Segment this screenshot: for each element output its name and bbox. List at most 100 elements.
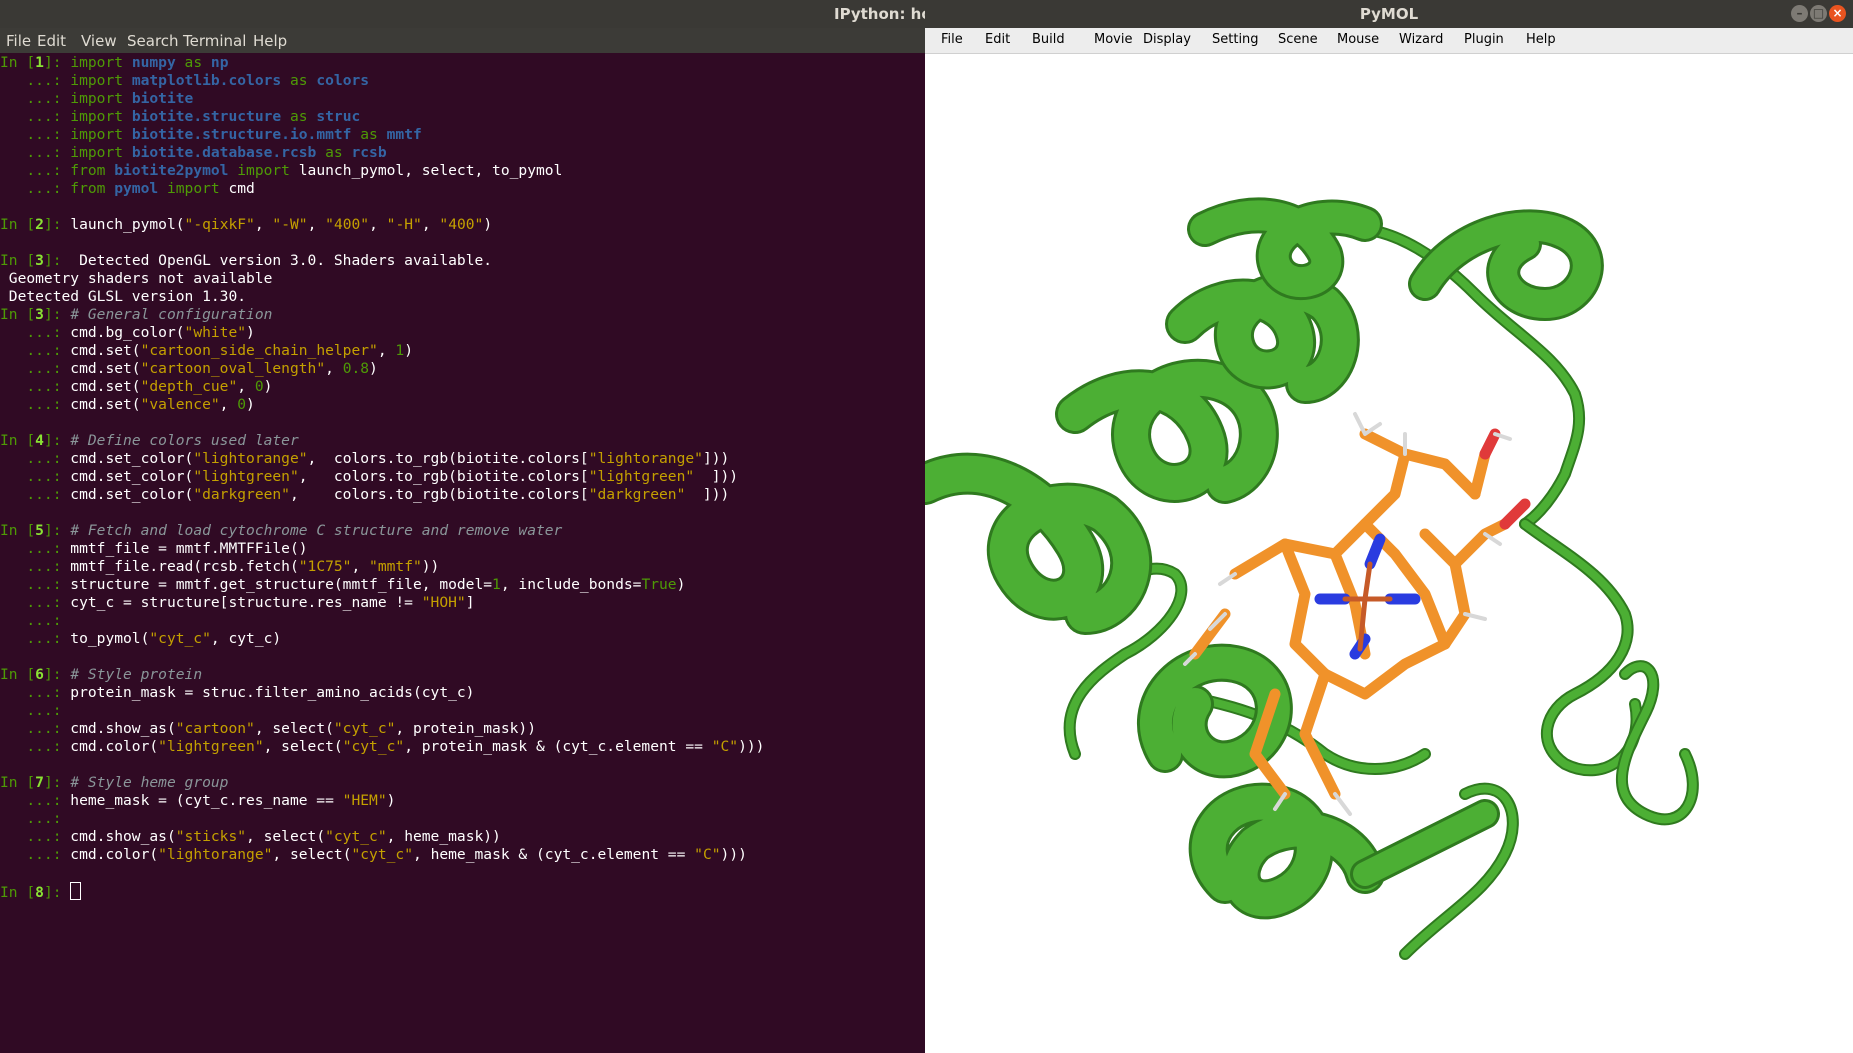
pymol-menu-display[interactable]: Display xyxy=(1143,32,1191,47)
console-line: ...: heme_mask = (cyt_c.res_name == "HEM… xyxy=(0,792,925,810)
code-token: 1 xyxy=(395,342,405,359)
terminal-menu-terminal[interactable]: Terminal xyxy=(183,32,246,50)
prompt-close: ]: xyxy=(43,432,71,449)
code-token: launch_pymol, select, to_pymol xyxy=(298,162,563,179)
pymol-window[interactable]: PyMOL – □ × File Edit Build Movie Displa… xyxy=(925,0,1853,1053)
console-line: In [7]: # Style heme group xyxy=(0,774,925,792)
code-token: cmd.show_as( xyxy=(70,828,176,845)
code-token: biotite2pymol xyxy=(114,162,229,179)
console-line: ...: import biotite.structure as struc xyxy=(0,108,925,126)
pymol-menu-scene[interactable]: Scene xyxy=(1278,32,1318,47)
pymol-menu-movie[interactable]: Movie xyxy=(1094,32,1132,47)
code-token: "lightgreen" xyxy=(158,738,264,755)
code-token: "white" xyxy=(184,324,247,341)
code-token: numpy xyxy=(131,54,176,71)
code-token: , colors.to_rgb(biotite.colors[ xyxy=(289,486,589,503)
terminal-menu-view[interactable]: View xyxy=(81,32,117,50)
prompt-close: ]: xyxy=(43,666,71,683)
code-token: as xyxy=(281,108,317,125)
code-token: 0 xyxy=(237,396,247,413)
maximize-icon[interactable]: □ xyxy=(1810,5,1827,22)
ipython-console[interactable]: In [1]: import numpy as np ...: import m… xyxy=(0,54,925,1053)
prompt-number: 5 xyxy=(35,522,44,539)
code-token: , heme_mask)) xyxy=(386,828,501,845)
console-line: ...: xyxy=(0,702,925,720)
pymol-menu-file[interactable]: File xyxy=(941,32,963,47)
code-token: "cartoon_side_chain_helper" xyxy=(140,342,378,359)
pymol-menu-mouse[interactable]: Mouse xyxy=(1337,32,1379,47)
terminal-menu-file[interactable]: File xyxy=(6,32,31,50)
continuation-prompt: ...: xyxy=(0,450,71,467)
code-token: 0 xyxy=(254,378,264,395)
console-line: ...: cyt_c = structure[structure.res_nam… xyxy=(0,594,925,612)
pymol-menu-help[interactable]: Help xyxy=(1526,32,1556,47)
continuation-prompt: ...: xyxy=(0,324,71,341)
console-line: ...: import biotite.structure.io.mmtf as… xyxy=(0,126,925,144)
code-token: import xyxy=(70,54,132,71)
code-token: cmd.set_color( xyxy=(70,486,194,503)
prompt-number: 3 xyxy=(35,252,44,269)
continuation-prompt: ...: xyxy=(0,558,71,575)
continuation-prompt: ...: xyxy=(0,396,71,413)
text-cursor[interactable] xyxy=(70,882,82,900)
code-token: launch_pymol( xyxy=(70,216,185,233)
pymol-menu-build[interactable]: Build xyxy=(1032,32,1065,47)
terminal-menu-edit[interactable]: Edit xyxy=(37,32,66,50)
code-token: "depth_cue" xyxy=(140,378,238,395)
code-token: , select( xyxy=(254,720,334,737)
code-token: import xyxy=(70,126,132,143)
prompt-number: 2 xyxy=(35,216,44,233)
code-token: "sticks" xyxy=(175,828,247,845)
protein-cartoon xyxy=(925,197,1699,960)
prompt-in: In [ xyxy=(0,54,36,71)
continuation-prompt: ...: xyxy=(0,684,71,701)
pymol-title: PyMOL xyxy=(1359,5,1419,23)
console-line: ...: import matplotlib.colors as colors xyxy=(0,72,925,90)
code-token: import xyxy=(228,162,299,179)
code-token: from xyxy=(70,162,115,179)
code-token: ) xyxy=(246,324,255,341)
console-line: ...: xyxy=(0,810,925,828)
pymol-menu-wizard[interactable]: Wizard xyxy=(1399,32,1443,47)
continuation-prompt: ...: xyxy=(0,360,71,377)
code-token: , colors.to_rgb(biotite.colors[ xyxy=(298,468,589,485)
molecule-viewport[interactable] xyxy=(925,54,1853,1053)
code-token: rcsb xyxy=(351,144,387,161)
code-token: "lightgreen" xyxy=(193,468,299,485)
terminal-window[interactable]: IPython: hom File Edit View Search Termi… xyxy=(0,0,925,1053)
protein-helix xyxy=(1058,361,1276,501)
code-token: "valence" xyxy=(140,396,220,413)
code-token: cyt_c = structure[structure.res_name != xyxy=(70,594,422,611)
pymol-menu-plugin[interactable]: Plugin xyxy=(1464,32,1504,47)
code-token: "cyt_c" xyxy=(351,846,413,863)
close-icon[interactable]: × xyxy=(1829,5,1846,22)
pymol-menu-edit[interactable]: Edit xyxy=(985,32,1010,47)
code-token: cmd xyxy=(228,180,255,197)
code-token: ))) xyxy=(720,846,747,863)
console-line: Geometry shaders not available xyxy=(0,270,925,288)
code-token: ) xyxy=(246,396,255,413)
prompt-in: In [ xyxy=(0,216,36,233)
code-token: "HOH" xyxy=(421,594,466,611)
console-line: ...: cmd.set("cartoon_side_chain_helper"… xyxy=(0,342,925,360)
pymol-titlebar[interactable]: PyMOL – □ × xyxy=(925,0,1853,28)
continuation-prompt: ...: xyxy=(0,594,71,611)
console-line: ...: import biotite.database.rcsb as rcs… xyxy=(0,144,925,162)
console-line: In [2]: launch_pymol("-qixkF", "-W", "40… xyxy=(0,216,925,234)
code-token: cmd.set_color( xyxy=(70,450,194,467)
code-token: "-H" xyxy=(386,216,422,233)
pymol-menu-setting[interactable]: Setting xyxy=(1212,32,1259,47)
terminal-menu-search[interactable]: Search xyxy=(127,32,179,50)
code-token: ) xyxy=(676,576,686,593)
continuation-prompt: ...: xyxy=(0,540,71,557)
code-token: "lightorange" xyxy=(158,846,273,863)
protein-helix xyxy=(1353,802,1497,886)
minimize-icon[interactable]: – xyxy=(1791,5,1808,22)
code-token: cmd.set( xyxy=(70,396,141,413)
code-token: cmd.show_as( xyxy=(70,720,176,737)
code-token: ) xyxy=(386,792,396,809)
terminal-menu-help[interactable]: Help xyxy=(253,32,287,50)
prompt-in: In [ xyxy=(0,666,36,683)
terminal-titlebar[interactable]: IPython: hom xyxy=(0,0,925,28)
